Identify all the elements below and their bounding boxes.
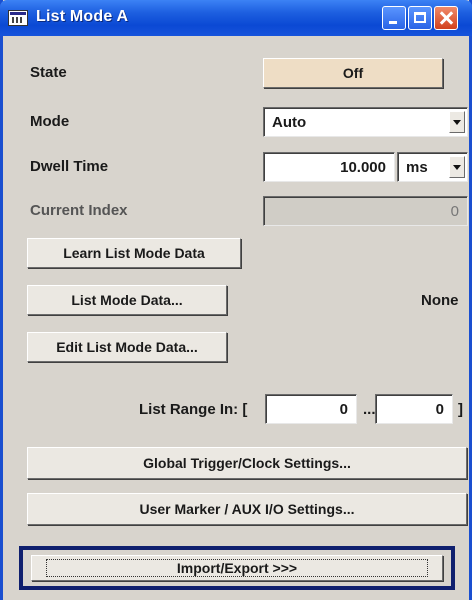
range-separator: ... [363,401,376,418]
dwell-time-value: 10.000 [340,158,386,176]
title-bar[interactable]: List Mode A [0,0,472,36]
mode-select[interactable]: Auto [263,107,468,137]
state-label: State [30,64,67,81]
import-export-button-label: Import/Export >>> [45,559,429,577]
minimize-icon[interactable] [382,6,406,30]
learn-button-label: Learn List Mode Data [63,245,205,261]
list-mode-data-button[interactable]: List Mode Data... [27,285,227,315]
edit-button-label: Edit List Mode Data... [56,339,198,355]
list-mode-data-value: None [421,292,459,309]
window-title: List Mode A [36,8,129,25]
global-trigger-button-label: Global Trigger/Clock Settings... [143,455,351,471]
current-index-value: 0 [450,202,459,220]
list-mode-window: List Mode A State Off Mode Auto Dwell Ti… [0,0,472,600]
state-value: Off [342,65,364,81]
list-range-end-value: 0 [435,400,444,418]
dwell-time-label: Dwell Time [30,158,109,175]
user-marker-aux-io-settings-button[interactable]: User Marker / AUX I/O Settings... [27,493,467,525]
user-marker-button-label: User Marker / AUX I/O Settings... [139,501,355,517]
current-index-field: 0 [263,196,468,226]
mode-label: Mode [30,113,70,130]
current-index-label: Current Index [30,202,128,219]
chevron-down-icon[interactable] [449,111,465,133]
list-mode-data-button-label: List Mode Data... [71,292,183,308]
list-range-label: List Range In: [ [139,401,248,418]
range-close-bracket: ] [458,401,463,418]
maximize-icon[interactable] [408,6,432,30]
edit-list-mode-data-button[interactable]: Edit List Mode Data... [27,332,227,362]
list-range-end-input[interactable]: 0 [375,394,453,424]
global-trigger-clock-settings-button[interactable]: Global Trigger/Clock Settings... [27,447,467,479]
close-icon[interactable] [434,6,458,30]
list-range-start-value: 0 [339,400,348,418]
import-export-button[interactable]: Import/Export >>> [31,555,443,581]
chevron-down-icon[interactable] [449,156,465,178]
learn-list-mode-data-button[interactable]: Learn List Mode Data [27,238,241,268]
list-window-icon [8,10,28,26]
dwell-unit-value: ms [406,158,428,176]
mode-value: Auto [272,113,307,131]
dwell-unit-select[interactable]: ms [397,152,468,182]
dwell-time-input[interactable]: 10.000 [263,152,395,182]
state-toggle-button[interactable]: Off [263,58,443,88]
import-export-focus-frame: Import/Export >>> [19,546,455,590]
list-range-start-input[interactable]: 0 [265,394,357,424]
